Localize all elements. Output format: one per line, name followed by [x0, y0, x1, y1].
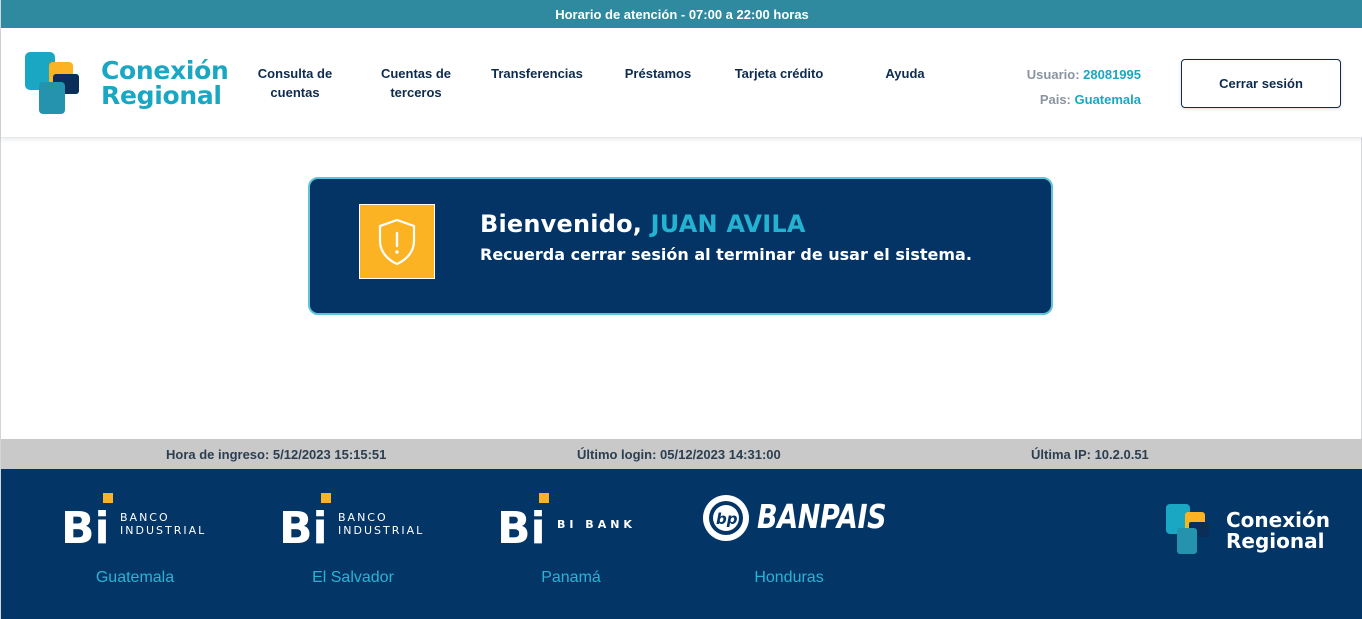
bank-logo: bp BANPAIS	[699, 491, 887, 547]
user-info: Usuario: 28081995 Pais: Guatemala	[991, 62, 1141, 112]
login-time: Hora de ingreso: 5/12/2023 15:15:51	[166, 447, 387, 462]
last-login: Último login: 05/12/2023 14:31:00	[577, 447, 781, 462]
bank-country: El Salvador	[312, 569, 394, 586]
bank-panama[interactable]: Bi BI BANK Panamá	[481, 491, 661, 591]
session-info-bar: Hora de ingreso: 5/12/2023 15:15:51 Últi…	[1, 439, 1362, 469]
shield-alert-icon	[359, 204, 435, 279]
bi-logo-icon: Bi	[279, 493, 331, 545]
nav-cuentas-terceros[interactable]: Cuentas de terceros	[361, 64, 471, 102]
bank-country: Panamá	[541, 569, 601, 586]
bank-guatemala[interactable]: Bi BANCO INDUSTRIAL Guatemala	[45, 491, 225, 591]
bank-brand-line1: BI BANK	[557, 518, 636, 531]
nav-consulta-cuentas[interactable]: Consulta de cuentas	[240, 64, 350, 102]
header: Conexión Regional Consulta de cuentas Cu…	[1, 28, 1362, 138]
country-value: Guatemala	[1074, 92, 1141, 107]
bank-logo: Bi BANCO INDUSTRIAL	[45, 491, 225, 547]
welcome-message: Recuerda cerrar sesión al terminar de us…	[480, 245, 972, 264]
nav-label-line2: cuentas	[270, 85, 320, 100]
bank-brand-line1: BANPAIS	[757, 497, 887, 536]
bank-brand-line2: INDUSTRIAL	[338, 524, 425, 537]
bank-logo: Bi BANCO INDUSTRIAL	[263, 491, 443, 547]
nav-label: Transferencias	[491, 66, 583, 81]
bank-country: Honduras	[754, 569, 824, 586]
bank-country: Guatemala	[95, 569, 175, 586]
bi-logo-icon: Bi	[61, 493, 113, 545]
bank-logo: Bi BI BANK	[481, 491, 661, 547]
logo-line2: Regional	[101, 81, 222, 110]
country-row: Pais: Guatemala	[991, 87, 1141, 112]
nav-ayuda[interactable]: Ayuda	[850, 64, 960, 83]
svg-text:bp: bp	[716, 510, 738, 528]
nav-label-line1: Consulta de	[257, 66, 333, 81]
welcome-card: Bienvenido, JUAN AVILA Recuerda cerrar s…	[308, 177, 1053, 315]
nav-prestamos[interactable]: Préstamos	[603, 64, 713, 83]
svg-text:Bi: Bi	[497, 503, 546, 545]
schedule-text: Horario de atención - 07:00 a 22:00 hora…	[555, 6, 809, 22]
bank-brand-line2: INDUSTRIAL	[120, 524, 207, 537]
user-row: Usuario: 28081995	[991, 62, 1141, 87]
bank-brand-line1: BANCO	[338, 511, 388, 524]
schedule-banner: Horario de atención - 07:00 a 22:00 hora…	[1, 0, 1362, 28]
bi-logo-icon: Bi	[497, 493, 549, 545]
conexion-regional-logo[interactable]: Conexión Regional	[25, 50, 229, 116]
logout-button[interactable]: Cerrar sesión	[1181, 59, 1341, 108]
nav-tarjeta-credito[interactable]: Tarjeta crédito	[724, 64, 834, 83]
last-ip: Última IP: 10.2.0.51	[1031, 447, 1149, 462]
nav-transferencias[interactable]: Transferencias	[482, 64, 592, 83]
welcome-title: Bienvenido, JUAN AVILA	[480, 210, 806, 238]
bank-honduras[interactable]: bp BANPAIS Honduras	[699, 491, 887, 591]
logo-line1: Conexión	[101, 56, 229, 85]
footer-logo-text: Conexión Regional	[1226, 510, 1330, 552]
conexion-logo-icon	[1166, 504, 1209, 554]
footer-logo-line1: Conexión	[1226, 508, 1330, 532]
bank-el-salvador[interactable]: Bi BANCO INDUSTRIAL El Salvador	[263, 491, 443, 591]
nav-label: Préstamos	[624, 66, 692, 81]
banpais-logo-icon: bp	[703, 495, 749, 541]
conexion-logo-icon	[25, 52, 79, 114]
user-value: 28081995	[1083, 67, 1141, 82]
footer-conexion-logo[interactable]: Conexión Regional	[1166, 504, 1346, 560]
nav-label: Tarjeta crédito	[734, 66, 824, 81]
nav-label-line2: terceros	[390, 85, 442, 100]
user-label: Usuario:	[1026, 67, 1080, 82]
svg-text:Bi: Bi	[279, 503, 328, 545]
app-frame: Horario de atención - 07:00 a 22:00 hora…	[0, 0, 1362, 619]
welcome-greeting: Bienvenido,	[480, 210, 643, 238]
logo-text: Conexión Regional	[101, 58, 229, 108]
nav-label: Ayuda	[885, 66, 925, 81]
nav-label-line1: Cuentas de	[380, 66, 452, 81]
welcome-user-name: JUAN AVILA	[650, 210, 806, 238]
footer-logo-line2: Regional	[1226, 529, 1325, 553]
bank-brand-line1: BANCO	[120, 511, 170, 524]
footer: Bi BANCO INDUSTRIAL Guatemala Bi BANCO I…	[1, 469, 1362, 619]
svg-text:Bi: Bi	[61, 503, 110, 545]
country-label: Pais:	[1039, 92, 1071, 107]
